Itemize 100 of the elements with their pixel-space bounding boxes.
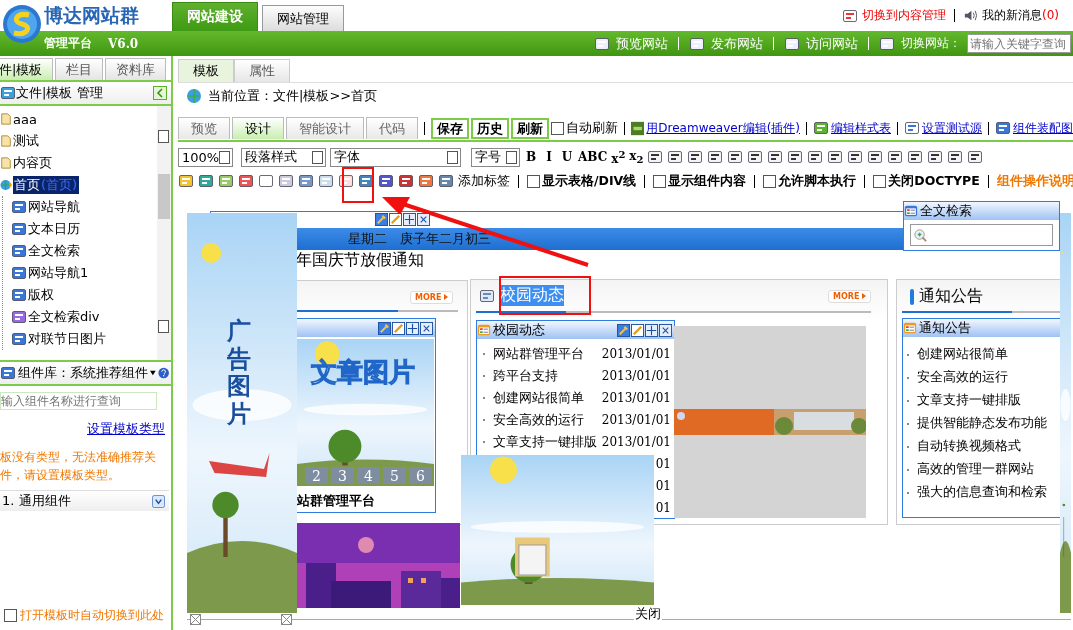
news-title[interactable]: 创建网站很简单 (493, 389, 584, 407)
notice-item[interactable]: 安全高效的运行 (917, 369, 1008, 386)
wrench-icon[interactable] (375, 213, 388, 226)
list-icon[interactable] (479, 287, 495, 304)
close-icon[interactable] (417, 213, 430, 226)
tree-item[interactable]: 版权 (27, 286, 55, 304)
tree-item[interactable]: 网站导航 (27, 198, 81, 216)
news-title[interactable]: 网站群管理平台 (493, 345, 584, 363)
checkbox[interactable] (4, 609, 17, 622)
toolbar-button[interactable]: 刷新 (511, 117, 549, 139)
news-title[interactable]: 安全高效的运行 (493, 411, 584, 429)
widget-icon[interactable] (11, 221, 27, 237)
wrench-icon[interactable] (378, 321, 391, 335)
format-button[interactable]: x$^{2}$ (611, 148, 626, 166)
option-label[interactable]: 允许脚本执行 (778, 172, 857, 190)
notice-item[interactable]: 强大的信息查询和检索 (917, 484, 1047, 501)
close-icon[interactable] (281, 614, 292, 625)
close-link[interactable]: 关闭 (634, 605, 662, 623)
editor-tab[interactable]: 模板 (178, 59, 234, 82)
format-button[interactable]: U (560, 150, 574, 164)
checkbox[interactable] (873, 174, 887, 188)
format-button[interactable]: ABC (578, 150, 608, 164)
dropdown-caret-icon[interactable] (150, 370, 156, 376)
notice-item[interactable]: 文章支持一键排版 (917, 392, 1021, 409)
font-select[interactable]: 字体 (330, 147, 461, 167)
widget-icon[interactable] (11, 309, 27, 325)
toolbar-button[interactable]: 保存 (431, 117, 469, 139)
speaker-icon[interactable] (963, 8, 978, 23)
toolbar-button[interactable]: 历史 (471, 117, 509, 139)
sidebar-tab[interactable]: 资料库 (105, 58, 167, 80)
sidebar-tab[interactable]: 栏目 (55, 58, 104, 80)
format-button[interactable]: I (542, 150, 556, 164)
toolbar-link[interactable]: 设置测试源 (922, 119, 982, 137)
move-icon[interactable] (406, 321, 419, 335)
widget-icon[interactable] (11, 199, 27, 215)
format-button[interactable]: B (524, 150, 538, 164)
option-label[interactable]: 显示组件内容 (668, 172, 747, 190)
scrollbar[interactable] (157, 106, 171, 360)
checkbox[interactable] (551, 121, 564, 135)
toolbar-link[interactable]: 组件装配图 (1013, 119, 1073, 137)
widget-icon[interactable] (11, 287, 27, 303)
format-button[interactable]: x$_{2}$ (629, 148, 644, 166)
news-title[interactable]: 跨平台支持 (493, 367, 558, 385)
close-icon[interactable] (420, 321, 433, 335)
component-search-field[interactable]: 输入组件名称进行查询 (0, 392, 157, 410)
move-icon[interactable] (403, 213, 416, 226)
tree-item[interactable]: 网站导航1 (27, 264, 90, 282)
close-icon[interactable] (659, 323, 672, 337)
widget-icon[interactable] (11, 265, 27, 281)
add-tag-label[interactable]: 添加标签 (458, 172, 510, 190)
option-label[interactable]: 显示表格/DIV线 (542, 172, 637, 190)
notice-item[interactable]: 提供智能静态发布功能 (917, 415, 1047, 432)
search-field[interactable] (910, 224, 1053, 246)
site-search-field[interactable]: 请输入关键字查询 (967, 34, 1071, 53)
set-template-type-link[interactable]: 设置模板类型 (87, 420, 165, 438)
tree-item[interactable]: 测试 (12, 132, 40, 150)
notice-item[interactable]: 自动转换视频格式 (917, 438, 1021, 455)
pencil-icon[interactable] (389, 213, 402, 226)
toolbar-link[interactable]: 编辑样式表 (831, 119, 891, 137)
mode-tab[interactable]: 预览 (178, 117, 230, 139)
pencil-icon[interactable] (392, 321, 405, 335)
checkbox[interactable] (763, 174, 777, 188)
mode-tab[interactable]: 设计 (232, 117, 284, 139)
news-title[interactable]: 文章支持一键排版 (493, 433, 597, 451)
checkbox[interactable] (527, 174, 540, 188)
widget-icon[interactable] (11, 331, 27, 347)
pencil-icon[interactable] (631, 323, 644, 337)
notice-title[interactable]: 年国庆节放假通知 (296, 250, 424, 271)
panel-title[interactable]: 通知公告 (919, 286, 983, 307)
image-caption[interactable]: 站群管理平台 (297, 492, 435, 510)
nav-tab[interactable]: 网站管理 (262, 5, 344, 31)
mode-tab[interactable]: 代码 (366, 117, 418, 139)
close-icon[interactable] (190, 614, 201, 625)
toolbar-link[interactable]: 用Dreamweaver编辑(插件) (646, 119, 800, 137)
mode-tab[interactable]: 智能设计 (286, 117, 364, 139)
tree-item[interactable]: 文本日历 (27, 220, 81, 238)
switch-link[interactable]: 切换到内容管理 (862, 7, 946, 24)
tree-item[interactable]: 对联节日图片 (27, 330, 107, 348)
tree-item[interactable]: 全文检索div (27, 308, 101, 326)
paragraph-style-select[interactable]: 段落样式 (241, 147, 326, 167)
component-group[interactable]: 1. 通用组件 (0, 490, 169, 511)
tree-item[interactable]: 内容页 (12, 154, 53, 172)
wrench-icon[interactable] (617, 323, 630, 337)
collapse-icon[interactable] (153, 86, 167, 100)
help-icon[interactable] (157, 365, 169, 381)
move-icon[interactable] (645, 323, 658, 337)
tree-item[interactable]: 首页(首页) (13, 176, 80, 194)
tree-item[interactable]: 全文检索 (27, 242, 81, 260)
notice-item[interactable]: 高效的管理一群网站 (917, 461, 1034, 478)
tree-item[interactable]: aaa (12, 111, 38, 127)
expand-icon[interactable] (152, 494, 165, 508)
editor-tab[interactable]: 属性 (234, 59, 290, 82)
stylesheet-icon[interactable] (813, 120, 829, 136)
messages-link[interactable]: 我的新消息(0) (982, 7, 1059, 24)
notice-item[interactable]: 创建网站很简单 (917, 346, 1008, 363)
widget-icon[interactable] (0, 365, 16, 381)
auto-refresh-label[interactable]: 自动刷新 (566, 119, 618, 137)
font-size-select[interactable]: 字号 (471, 147, 520, 167)
widget-icon[interactable] (11, 243, 27, 259)
option-label[interactable]: 关闭DOCTYPE (888, 172, 980, 190)
